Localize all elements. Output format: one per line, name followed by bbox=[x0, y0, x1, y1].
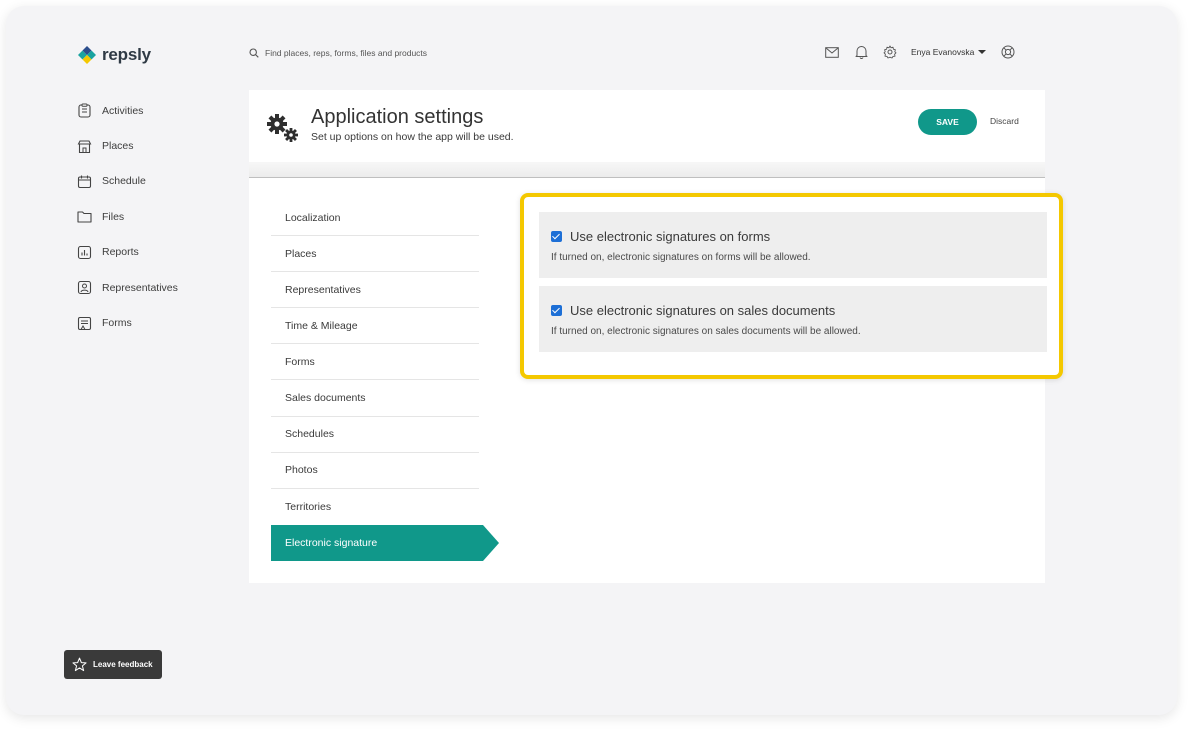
bell-icon[interactable] bbox=[853, 44, 869, 60]
sidebar-item-label: Representatives bbox=[102, 281, 178, 294]
sidebar-item-label: Places bbox=[102, 140, 134, 153]
support-icon[interactable] bbox=[1000, 44, 1016, 60]
person-icon bbox=[76, 280, 92, 296]
sidebar-item-files[interactable]: Files bbox=[76, 199, 236, 234]
option-signatures-forms: Use electronic signatures on forms If tu… bbox=[539, 212, 1047, 278]
user-menu[interactable]: Enya Evanovska bbox=[911, 47, 987, 57]
sidebar-item-schedule[interactable]: Schedule bbox=[76, 164, 236, 199]
search-icon bbox=[249, 48, 259, 58]
menu-item-territories[interactable]: Territories bbox=[271, 489, 479, 525]
gear-icon[interactable] bbox=[882, 44, 898, 60]
sidebar-item-forms[interactable]: Forms bbox=[76, 305, 236, 340]
menu-item-sales-documents[interactable]: Sales documents bbox=[271, 380, 479, 417]
settings-menu: Localization Places Representatives Time… bbox=[271, 200, 499, 561]
feedback-label: Leave feedback bbox=[93, 660, 153, 669]
app-window: repsly Activities Places Schedule Files bbox=[6, 6, 1177, 715]
global-search bbox=[249, 48, 525, 58]
sidebar: Activities Places Schedule Files Reports bbox=[76, 93, 236, 341]
sidebar-item-label: Files bbox=[102, 210, 125, 223]
signature-options-highlight: Use electronic signatures on forms If tu… bbox=[520, 193, 1063, 379]
repsly-logo[interactable]: repsly bbox=[76, 44, 151, 66]
caret-down-icon bbox=[978, 50, 987, 54]
bar-chart-icon bbox=[76, 244, 92, 260]
repsly-logo-icon bbox=[78, 46, 96, 64]
menu-item-representatives[interactable]: Representatives bbox=[271, 272, 479, 309]
mail-icon[interactable] bbox=[824, 44, 840, 60]
page-subtitle: Set up options on how the app will be us… bbox=[311, 131, 514, 143]
menu-item-photos[interactable]: Photos bbox=[271, 453, 479, 489]
sidebar-item-representatives[interactable]: Representatives bbox=[76, 270, 236, 305]
settings-content: Localization Places Representatives Time… bbox=[249, 178, 1063, 583]
leave-feedback-button[interactable]: Leave feedback bbox=[64, 650, 162, 679]
option-signatures-sales-documents: Use electronic signatures on sales docum… bbox=[539, 286, 1047, 352]
menu-item-schedules[interactable]: Schedules bbox=[271, 417, 479, 453]
menu-item-electronic-signature[interactable]: Electronic signature bbox=[271, 524, 499, 561]
save-button[interactable]: SAVE bbox=[918, 109, 977, 135]
user-name: Enya Evanovska bbox=[911, 47, 975, 57]
sidebar-item-label: Activities bbox=[102, 104, 144, 117]
option-description: If turned on, electronic signatures on s… bbox=[551, 326, 861, 337]
logo-text: repsly bbox=[102, 45, 151, 64]
sidebar-item-places[interactable]: Places bbox=[76, 128, 236, 163]
store-icon bbox=[76, 138, 92, 154]
page-title: Application settings bbox=[311, 106, 484, 128]
sidebar-item-label: Reports bbox=[102, 246, 139, 259]
clipboard-icon bbox=[76, 103, 92, 119]
calendar-icon bbox=[76, 173, 92, 189]
folder-icon bbox=[76, 209, 92, 225]
option-title: Use electronic signatures on forms bbox=[570, 229, 771, 244]
settings-header: Application settings Set up options on h… bbox=[249, 90, 1045, 162]
menu-item-localization[interactable]: Localization bbox=[271, 200, 479, 237]
topbar-actions: Enya Evanovska bbox=[824, 44, 1029, 60]
sales-documents-signature-checkbox[interactable] bbox=[551, 305, 562, 316]
search-input[interactable] bbox=[265, 48, 525, 58]
option-title: Use electronic signatures on sales docum… bbox=[570, 303, 836, 318]
form-icon bbox=[76, 315, 92, 331]
option-description: If turned on, electronic signatures on f… bbox=[551, 252, 811, 263]
menu-item-places[interactable]: Places bbox=[271, 236, 479, 273]
header-divider bbox=[249, 162, 1045, 178]
star-icon bbox=[72, 657, 87, 672]
forms-signature-checkbox[interactable] bbox=[551, 231, 562, 242]
sidebar-item-reports[interactable]: Reports bbox=[76, 235, 236, 270]
menu-item-time-mileage[interactable]: Time & Mileage bbox=[271, 308, 479, 345]
sidebar-item-activities[interactable]: Activities bbox=[76, 93, 236, 128]
sidebar-item-label: Schedule bbox=[102, 175, 146, 188]
gears-icon bbox=[267, 114, 298, 142]
menu-item-forms[interactable]: Forms bbox=[271, 344, 479, 381]
discard-link[interactable]: Discard bbox=[990, 116, 1019, 126]
sidebar-item-label: Forms bbox=[102, 317, 132, 330]
